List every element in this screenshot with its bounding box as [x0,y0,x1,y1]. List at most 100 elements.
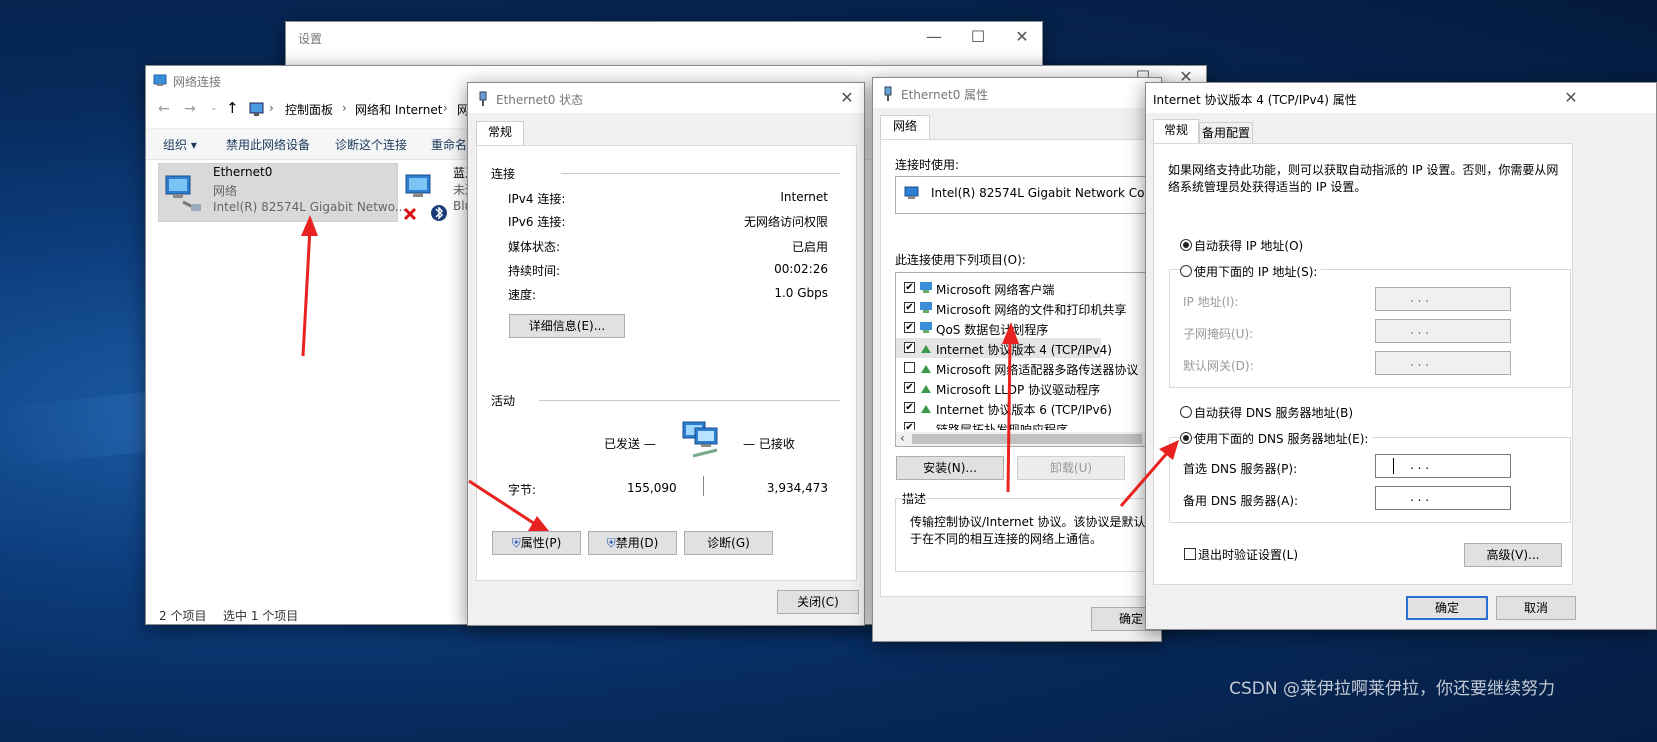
close-button[interactable]: 关闭(C) [777,590,859,614]
component-checkbox[interactable]: ✔ [904,382,915,393]
row-label: 媒体状态: [508,240,561,254]
component-checkbox[interactable]: ✔ [904,282,915,293]
list-item-bluetooth[interactable]: 蓝牙 未连 Blu [401,163,477,221]
preferred-dns-dots: . . . [1410,458,1430,472]
connect-using-label: 连接时使用: [895,158,960,172]
properties-label: 属性(P) [520,536,562,550]
history-chevron-icon[interactable]: ⌄ [210,103,218,113]
received-label: — 已接收 [743,437,795,451]
close-icon[interactable]: ✕ [1556,83,1586,113]
scroll-thumb[interactable] [912,434,1142,444]
tab-general[interactable]: 常规 [476,121,524,146]
bytes-label: 字节: [508,483,537,497]
list-item[interactable]: ✔ Microsoft LLDP 协议驱动程序 [896,378,1161,398]
intro-line: 络系统管理员处获得适当的 IP 设置。 [1168,180,1367,194]
tab-alternate-config[interactable]: 备用配置 [1199,122,1253,144]
forward-icon[interactable]: → [184,101,196,117]
component-checkbox[interactable]: ✔ [904,322,915,333]
list-item[interactable]: ✔ Microsoft 网络的文件和打印机共享 [896,298,1161,318]
alternate-dns-field[interactable]: . . . [1375,486,1511,510]
diagnose-button[interactable]: 诊断(G) [684,531,773,555]
sent-label: 已发送 — [604,437,656,451]
validate-checkbox[interactable] [1184,548,1196,560]
network-adapter-icon [163,172,203,219]
auto-dns-label[interactable]: 自动获得 DNS 服务器地址(B) [1194,404,1353,421]
network-card-icon [904,186,920,203]
manual-dns-radio[interactable] [1180,432,1192,444]
auto-ip-radio[interactable] [1180,239,1192,251]
up-icon[interactable]: ↑ [226,99,239,117]
dialog-title: Ethernet0 状态 [496,93,584,107]
organize-button[interactable]: 组织 ▾ [163,136,197,153]
list-item[interactable]: ✔ QoS 数据包计划程序 [896,318,1161,338]
horizontal-scrollbar[interactable]: ‹ [896,431,1161,446]
preferred-dns-field[interactable]: . . . [1375,454,1511,478]
list-item-ethernet0[interactable]: Ethernet0 网络 Intel(R) 82574L Gigabit Net… [158,163,406,222]
disable-button[interactable]: ⛨禁用(D) [588,531,677,555]
components-list[interactable]: ✔ Microsoft 网络客户端 ✔ Microsoft 网络的文件和打印机共… [895,272,1161,447]
dialog-titlebar: Internet 协议版本 4 (TCP/IPv4) 属性 ✕ [1146,83,1656,113]
back-icon[interactable]: ← [158,101,170,117]
cancel-button[interactable]: 取消 [1496,596,1576,620]
shield-icon: ⛨ [511,536,521,550]
dialog-title: Internet 协议版本 4 (TCP/IPv4) 属性 [1153,93,1357,107]
disable-device-button[interactable]: 禁用此网络设备 [226,136,310,153]
list-item[interactable]: ✔ Internet 协议版本 6 (TCP/IPv6) [896,398,1161,418]
maximize-button[interactable]: ☐ [956,22,1000,52]
component-checkbox[interactable] [904,362,915,373]
close-icon[interactable]: ✕ [828,83,864,113]
list-item[interactable]: ✔ 链路层拓扑发现响应程序 [896,418,1161,430]
general-panel: 连接 IPv4 连接: Internet IPv6 连接: 无网络访问权限 媒体… [476,145,857,581]
manual-ip-label[interactable]: 使用下面的 IP 地址(S): [1194,263,1322,280]
diagnose-connection-button[interactable]: 诊断这个连接 [335,136,407,153]
manual-dns-label[interactable]: 使用下面的 DNS 服务器地址(E): [1194,430,1373,447]
list-item[interactable]: ✔ Internet 协议版本 4 (TCP/IPv4) [896,338,1112,358]
list-item[interactable]: ✔ Microsoft 网络客户端 [896,278,1161,298]
breadcrumb-network-internet[interactable]: 网络和 Internet [355,101,442,118]
component-checkbox[interactable]: ✔ [904,302,915,313]
component-checkbox[interactable]: ✔ [904,422,915,430]
bytes-received-value: 3,934,473 [766,481,828,495]
list-item[interactable]: Microsoft 网络适配器多路传送器协议 [896,358,1161,378]
properties-button[interactable]: ⛨属性(P) [492,531,581,555]
control-panel-icon [249,101,265,120]
divider [561,173,840,174]
breadcrumb-control-panel[interactable]: 控制面板 [285,101,333,118]
component-label: 链路层拓扑发现响应程序 [936,423,1069,430]
row-value: 00:02:26 [774,262,828,276]
address-bar[interactable]: › 控制面板 › 网络和 Internet › 网 [244,97,474,121]
gateway-field: . . . [1375,351,1511,375]
scroll-left-icon[interactable]: ‹ [900,431,905,445]
gateway-label: 默认网关(D): [1183,359,1254,373]
close-button[interactable]: ✕ [1000,22,1042,52]
manual-ip-radio[interactable] [1180,265,1192,277]
network-folder-icon [153,73,167,87]
item-type: 网络 [213,184,238,198]
row-value: Internet [780,190,828,204]
settings-title: 设置 [298,32,323,46]
disable-label: 禁用(D) [615,536,659,550]
component-checkbox[interactable]: ✔ [904,402,915,413]
minimize-button[interactable]: — [912,22,956,52]
validate-label[interactable]: 退出时验证设置(L) [1198,546,1298,563]
install-button[interactable]: 安装(N)... [896,456,1004,480]
auto-dns-radio[interactable] [1180,406,1192,418]
tab-general[interactable]: 常规 [1153,119,1199,144]
component-label: QoS 数据包计划程序 [936,323,1049,337]
auto-ip-label[interactable]: 自动获得 IP 地址(O) [1194,237,1303,254]
ip-address-label: IP 地址(I): [1183,295,1239,309]
tab-network[interactable]: 网络 [880,115,930,140]
component-checkbox[interactable]: ✔ [904,342,915,353]
client-icon [920,302,932,313]
rename-button[interactable]: 重命名 [431,136,467,153]
description-line: 传输控制协议/Internet 协议。该协议是默认的广 [910,515,1162,529]
network-panel: 连接时使用: Intel(R) 82574L Gigabit Network C… [880,139,1162,597]
advanced-button[interactable]: 高级(V)... [1464,543,1562,567]
dialog-titlebar: Ethernet0 属性 [873,78,1161,108]
network-plug-icon [881,86,895,101]
details-button[interactable]: 详细信息(E)... [509,314,625,338]
ipv4-properties-dialog: Internet 协议版本 4 (TCP/IPv4) 属性 ✕ 常规 备用配置 … [1145,82,1657,630]
ok-button[interactable]: 确定 [1406,596,1488,620]
row-value: 无网络访问权限 [743,215,828,229]
ethernet-status-dialog: Ethernet0 状态 ✕ 常规 连接 IPv4 连接: Internet I… [467,82,865,626]
